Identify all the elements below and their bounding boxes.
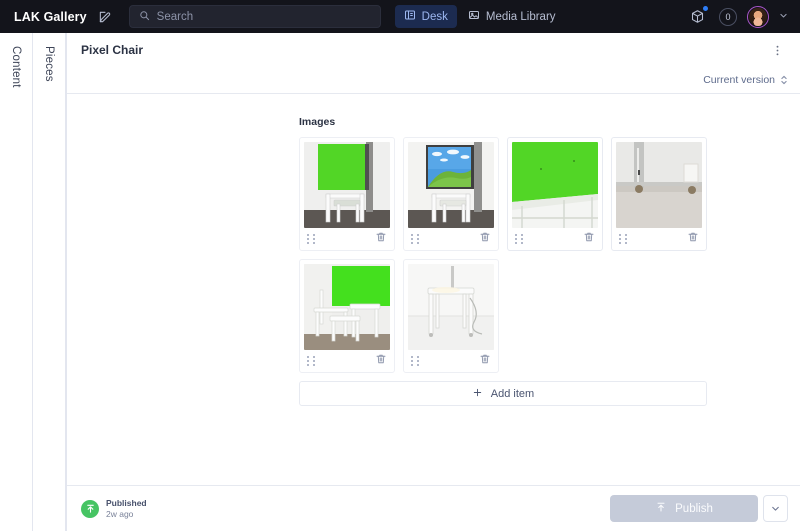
images-field: Images Add item xyxy=(299,116,707,406)
publish-button[interactable]: Publish xyxy=(610,495,758,522)
sidebar-item-label-pieces: Pieces xyxy=(43,46,55,82)
document-header: Pixel Chair Current version xyxy=(67,33,800,94)
brand-title[interactable]: LAK Gallery xyxy=(14,10,87,24)
version-selector[interactable]: Current version xyxy=(67,67,800,93)
nav-tabs: Desk Media Library xyxy=(394,5,565,28)
drag-handle-icon[interactable] xyxy=(515,233,524,245)
page-title: Pixel Chair xyxy=(81,43,144,57)
chevron-up-down-icon xyxy=(780,74,788,86)
published-up-arrow-icon xyxy=(81,499,99,518)
trash-icon[interactable] xyxy=(375,352,387,370)
publish-arrow-icon xyxy=(655,501,667,516)
workspace: Content Pieces Pixel Chair Current versi… xyxy=(0,33,800,531)
sidebar-pane-pieces[interactable]: Pieces xyxy=(33,33,66,531)
presence-counter-icon[interactable]: 0 xyxy=(719,7,737,26)
list-item[interactable] xyxy=(403,259,499,373)
desk-icon xyxy=(404,9,416,24)
list-item[interactable] xyxy=(403,137,499,251)
drag-handle-icon[interactable] xyxy=(411,355,420,367)
status-timestamp: 2w ago xyxy=(106,509,134,519)
image-thumbnail[interactable] xyxy=(616,142,702,228)
drag-handle-icon[interactable] xyxy=(411,233,420,245)
sidebar-pane-content[interactable]: Content xyxy=(0,33,33,531)
status-badge[interactable]: Published 2w ago xyxy=(81,498,147,519)
trash-icon[interactable] xyxy=(479,352,491,370)
drag-handle-icon[interactable] xyxy=(307,355,316,367)
image-thumbnail[interactable] xyxy=(408,264,494,350)
chevron-down-icon[interactable] xyxy=(779,11,788,22)
document-footer: Published 2w ago Publish xyxy=(67,485,800,531)
images-grid xyxy=(299,137,707,373)
card-tools xyxy=(304,228,390,250)
avatar[interactable] xyxy=(747,5,769,28)
status-label: Published xyxy=(106,498,147,508)
card-tools xyxy=(512,228,598,250)
images-field-label: Images xyxy=(299,116,336,128)
app-root: LAK Gallery Search Desk Media Library 0 … xyxy=(0,0,800,531)
card-tools xyxy=(408,228,494,250)
list-item[interactable] xyxy=(299,259,395,373)
sidebar-item-label-content: Content xyxy=(10,46,22,88)
document-body: Images Add item xyxy=(67,94,800,485)
tab-desk[interactable]: Desk xyxy=(394,5,457,28)
top-navbar: LAK Gallery Search Desk Media Library 0 xyxy=(0,0,800,33)
card-tools xyxy=(616,228,702,250)
footer-actions: Publish xyxy=(610,495,788,522)
package-badge-dot xyxy=(703,5,708,11)
navbar-right-actions: 0 xyxy=(685,5,792,29)
tab-media-library[interactable]: Media Library xyxy=(459,5,565,28)
trash-icon[interactable] xyxy=(583,230,595,248)
list-item[interactable] xyxy=(611,137,707,251)
list-item[interactable] xyxy=(507,137,603,251)
publish-menu-button[interactable] xyxy=(763,495,788,522)
card-tools xyxy=(408,350,494,372)
version-label: Current version xyxy=(703,74,775,86)
drag-handle-icon[interactable] xyxy=(619,233,628,245)
add-item-button[interactable]: Add item xyxy=(299,381,707,406)
trash-icon[interactable] xyxy=(687,230,699,248)
drag-handle-icon[interactable] xyxy=(307,233,316,245)
card-tools xyxy=(304,350,390,372)
image-thumbnail[interactable] xyxy=(408,142,494,228)
image-thumbnail[interactable] xyxy=(304,142,390,228)
list-item[interactable] xyxy=(299,137,395,251)
document-pane: Pixel Chair Current version Images Add i… xyxy=(66,33,800,531)
package-cube-icon[interactable] xyxy=(685,5,709,29)
edit-square-icon[interactable] xyxy=(93,5,117,29)
image-thumbnail[interactable] xyxy=(512,142,598,228)
trash-icon[interactable] xyxy=(375,230,387,248)
plus-icon xyxy=(472,387,483,401)
publish-button-label: Publish xyxy=(675,502,713,515)
search-icon xyxy=(139,8,150,26)
tab-desk-label: Desk xyxy=(421,10,448,23)
image-thumbnail[interactable] xyxy=(304,264,390,350)
search-input[interactable]: Search xyxy=(128,5,381,28)
add-item-label: Add item xyxy=(490,387,535,400)
media-library-icon xyxy=(468,9,480,24)
trash-icon[interactable] xyxy=(479,230,491,248)
search-placeholder: Search xyxy=(156,10,194,23)
tab-media-library-label: Media Library xyxy=(485,10,556,23)
kebab-menu-icon[interactable] xyxy=(768,41,786,59)
